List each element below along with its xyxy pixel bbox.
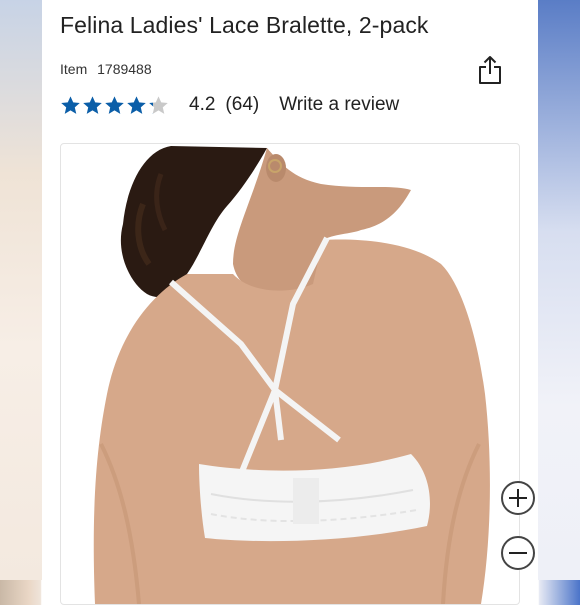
- star-icon: [127, 95, 146, 114]
- item-label: Item: [60, 61, 88, 77]
- review-count[interactable]: (64): [225, 94, 259, 116]
- rating-value: 4.2: [189, 94, 216, 115]
- star-icon: [61, 95, 80, 114]
- product-title: Felina Ladies' Lace Bralette, 2-pack: [60, 12, 429, 38]
- minus-icon: [509, 552, 527, 554]
- item-number-row: Item 1789488: [60, 61, 152, 77]
- product-card: Felina Ladies' Lace Bralette, 2-pack Ite…: [42, 0, 538, 605]
- share-icon[interactable]: [477, 55, 503, 85]
- zoom-in-button[interactable]: [501, 481, 535, 515]
- star-rating[interactable]: [60, 95, 169, 116]
- plus-icon: [509, 489, 527, 507]
- background-left: [0, 0, 42, 580]
- zoom-out-button[interactable]: [501, 536, 535, 570]
- star-half-icon: [149, 95, 168, 114]
- background-right: [538, 0, 580, 580]
- star-icon: [83, 95, 102, 114]
- write-review-link[interactable]: Write a review: [279, 94, 399, 116]
- product-image[interactable]: [61, 144, 519, 604]
- rating-row: 4.2 (64) Write a review: [60, 94, 399, 116]
- product-image-frame: [60, 143, 520, 605]
- star-icon: [105, 95, 124, 114]
- item-number: 1789488: [97, 61, 152, 77]
